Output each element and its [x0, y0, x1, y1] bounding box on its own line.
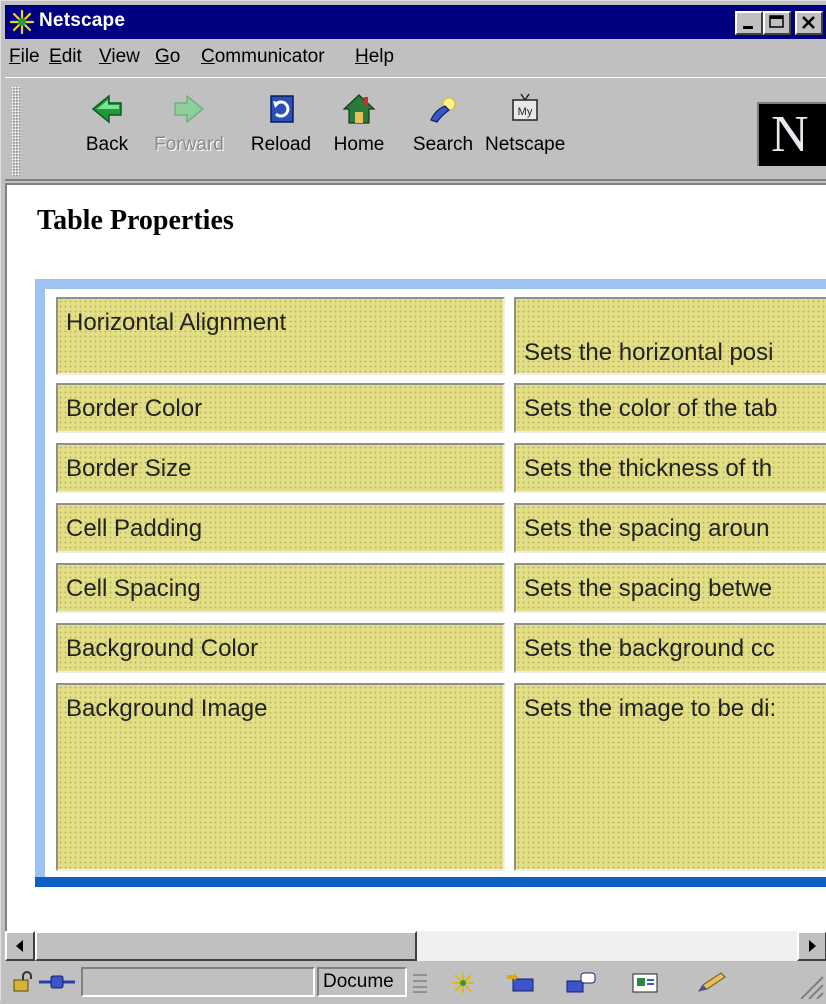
description-cell: Sets the color of the tab [514, 383, 826, 433]
status-bar: Docume [5, 963, 826, 1002]
my-netscape-icon: My [512, 93, 538, 121]
property-cell: Background Color [56, 623, 505, 673]
right-arrow-icon [809, 940, 816, 952]
menu-edit[interactable]: Edit [49, 46, 82, 68]
description-cell: Sets the spacing aroun [514, 503, 826, 553]
my-netscape-button[interactable]: My Netscape [485, 86, 565, 176]
description-cell: Sets the horizontal posi [514, 297, 826, 375]
horizontal-scrollbar[interactable] [5, 931, 826, 961]
back-arrow-icon [91, 94, 122, 124]
reload-button[interactable]: Reload [241, 86, 321, 176]
navigation-toolbar: Back Forward Reload Home Search My Netsc… [5, 77, 826, 181]
resize-grip-icon[interactable] [795, 973, 825, 1004]
scroll-right-button[interactable] [797, 931, 826, 961]
netscape-throbber-logo[interactable]: N [757, 102, 826, 166]
title-bar[interactable]: Netscape [5, 5, 826, 39]
menu-file[interactable]: File [9, 46, 40, 68]
composer-icon[interactable] [629, 971, 661, 1000]
mailbox-icon[interactable] [505, 971, 537, 1000]
component-bar-grip-icon[interactable] [411, 971, 429, 1000]
progress-bar [81, 967, 315, 997]
scrollbar-thumb[interactable] [35, 931, 417, 961]
left-arrow-icon [16, 940, 23, 952]
menu-bar: File Edit View Go Communicator Help [5, 41, 826, 73]
discussion-groups-icon[interactable] [565, 971, 599, 1000]
property-cell: Cell Padding [56, 503, 505, 553]
description-cell: Sets the image to be di: [514, 683, 826, 871]
forward-arrow-icon [174, 94, 204, 124]
scroll-left-button[interactable] [5, 931, 35, 961]
reload-icon [270, 95, 294, 123]
property-cell: Background Image [56, 683, 505, 871]
close-button[interactable] [795, 11, 823, 35]
search-icon [430, 97, 456, 123]
description-cell: Sets the spacing betwe [514, 563, 826, 613]
status-message-panel: Docume [317, 967, 407, 997]
menu-go[interactable]: Go [155, 46, 180, 68]
property-cell: Horizontal Alignment [56, 297, 505, 375]
home-button[interactable]: Home [319, 86, 399, 176]
property-cell: Cell Spacing [56, 563, 505, 613]
page-content: Table Properties Horizontal Alignment Se… [5, 183, 826, 931]
description-cell: Sets the background cc [514, 623, 826, 673]
maximize-button[interactable] [763, 11, 791, 35]
minimize-button[interactable] [735, 11, 763, 35]
navigator-icon[interactable] [447, 971, 479, 1000]
netscape-window: Netscape File Edit View Go Communicator … [0, 0, 826, 1002]
forward-button[interactable]: Forward [149, 86, 229, 176]
editor-pen-icon[interactable] [695, 971, 731, 1000]
property-cell: Border Size [56, 443, 505, 493]
svg-text:My: My [518, 106, 533, 118]
search-button[interactable]: Search [403, 86, 483, 176]
menu-view[interactable]: View [99, 46, 140, 68]
window-title: Netscape [39, 10, 126, 31]
menu-communicator[interactable]: Communicator [201, 46, 325, 68]
netscape-app-icon[interactable] [9, 9, 35, 35]
toolbar-grip-handle[interactable] [11, 86, 21, 176]
home-icon [342, 94, 376, 124]
page-title: Table Properties [37, 205, 234, 236]
connection-status-icon[interactable] [37, 971, 77, 998]
back-button[interactable]: Back [67, 86, 147, 176]
menu-help[interactable]: Help [355, 46, 394, 68]
security-lock-icon[interactable] [11, 971, 35, 998]
property-cell: Border Color [56, 383, 505, 433]
description-cell: Sets the thickness of th [514, 443, 826, 493]
